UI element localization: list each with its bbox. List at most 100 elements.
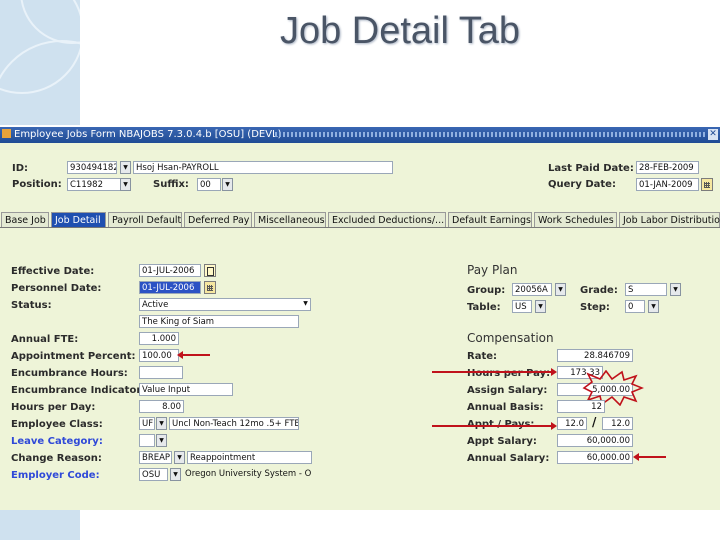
personnel-date-field[interactable]: 01-JUL-2006: [139, 281, 201, 294]
employer-code-description: Oregon University System - O: [185, 469, 312, 479]
suffix-lookup-button[interactable]: ▼: [222, 178, 233, 191]
step-label: Step:: [580, 302, 610, 313]
chevron-down-icon: ▼: [651, 303, 656, 310]
group-label: Group:: [467, 285, 506, 296]
annual-basis-field[interactable]: 12: [557, 400, 605, 413]
compensation-heading: Compensation: [467, 331, 554, 345]
hours-per-pay-label: Hours per Pay:: [467, 368, 551, 379]
tab-job-detail[interactable]: Job Detail: [51, 212, 106, 227]
leave-category-field[interactable]: [139, 434, 155, 447]
appt-field[interactable]: 12.0: [557, 417, 587, 430]
id-label: ID:: [12, 163, 29, 174]
chevron-down-icon: ▼: [159, 437, 164, 444]
change-reason-lookup-button[interactable]: ▼: [174, 451, 185, 464]
id-lookup-button[interactable]: ▼: [120, 161, 131, 174]
position-label: Position:: [12, 179, 62, 190]
tab-excluded-deductions[interactable]: Excluded Deductions/...: [328, 212, 446, 227]
status-description-field[interactable]: The King of Siam: [139, 315, 299, 328]
chevron-down-icon: ▼: [558, 286, 563, 293]
employer-code-lookup-button[interactable]: ▼: [170, 468, 181, 481]
encumbrance-indicator-label: Encumbrance Indicator:: [11, 385, 146, 396]
appt-salary-field[interactable]: 60,000.00: [557, 434, 633, 447]
tab-base-job[interactable]: Base Job: [1, 212, 49, 227]
app-icon: [2, 129, 11, 138]
annual-salary-field[interactable]: 60,000.00: [557, 451, 633, 464]
status-select[interactable]: Active: [139, 298, 311, 311]
last-paid-date-label: Last Paid Date:: [548, 163, 634, 174]
hours-per-day-field[interactable]: 8.00: [139, 400, 184, 413]
chevron-down-icon: ▼: [123, 164, 128, 171]
query-date-field[interactable]: 01-JAN-2009: [636, 178, 699, 191]
employee-class-description: Uncl Non-Teach 12mo .5+ FTE: [169, 417, 299, 430]
effective-date-label: Effective Date:: [11, 266, 95, 277]
leave-category-lookup-button[interactable]: ▼: [156, 434, 167, 447]
effective-date-field[interactable]: 01-JUL-2006: [139, 264, 201, 277]
chevron-down-icon: ▼: [159, 420, 164, 427]
annual-fte-field[interactable]: 1.000: [139, 332, 179, 345]
encumbrance-hours-label: Encumbrance Hours:: [11, 368, 128, 379]
personnel-date-label: Personnel Date:: [11, 283, 102, 294]
appt-pays-separator: /: [592, 415, 597, 429]
tab-job-labor-distribution[interactable]: Job Labor Distribution: [619, 212, 720, 227]
title-bar-texture: [275, 132, 706, 137]
grade-field[interactable]: S: [625, 283, 667, 296]
employee-class-code-field[interactable]: UF: [139, 417, 155, 430]
document-icon[interactable]: [204, 264, 216, 277]
leave-category-label: Leave Category:: [11, 436, 103, 447]
table-lookup-button[interactable]: ▼: [535, 300, 546, 313]
chevron-down-icon: ▼: [225, 181, 230, 188]
tab-deferred-pay[interactable]: Deferred Pay: [184, 212, 252, 227]
chevron-down-icon: ▼: [123, 181, 128, 188]
chevron-down-icon: ▼: [173, 471, 178, 478]
group-field[interactable]: 20056A: [512, 283, 552, 296]
employee-name-field[interactable]: Hsoj Hsan-PAYROLL: [133, 161, 393, 174]
last-paid-date-field[interactable]: 28-FEB-2009: [636, 161, 699, 174]
assign-salary-label: Assign Salary:: [467, 385, 548, 396]
pays-field[interactable]: 12.0: [602, 417, 633, 430]
change-reason-description: Reappointment: [187, 451, 312, 464]
group-lookup-button[interactable]: ▼: [555, 283, 566, 296]
suffix-field[interactable]: 00: [197, 178, 221, 191]
employee-class-label: Employee Class:: [11, 419, 103, 430]
tab-default-earnings[interactable]: Default Earnings: [448, 212, 532, 227]
change-reason-label: Change Reason:: [11, 453, 102, 464]
id-field[interactable]: 930494182: [67, 161, 117, 174]
chevron-down-icon: ▼: [673, 286, 678, 293]
encumbrance-hours-field[interactable]: [139, 366, 183, 379]
calendar-icon[interactable]: [701, 178, 713, 191]
appointment-percent-label: Appointment Percent:: [11, 351, 136, 362]
rate-field[interactable]: 28.846709: [557, 349, 633, 362]
annotation-arrow: [432, 368, 557, 376]
annual-basis-label: Annual Basis:: [467, 402, 544, 413]
employer-code-field[interactable]: OSU: [139, 468, 168, 481]
grade-lookup-button[interactable]: ▼: [670, 283, 681, 296]
position-lookup-button[interactable]: ▼: [120, 178, 131, 191]
table-field[interactable]: US: [512, 300, 532, 313]
tab-bar: Base Job Job Detail Payroll Default Defe…: [0, 210, 720, 228]
step-field[interactable]: 0: [625, 300, 645, 313]
slide-decoration-bottom: [0, 510, 80, 540]
grade-label: Grade:: [580, 285, 618, 296]
tab-work-schedules[interactable]: Work Schedules: [534, 212, 617, 227]
annotation-arrow: [177, 351, 210, 359]
tab-payroll-default[interactable]: Payroll Default: [108, 212, 182, 227]
annual-fte-label: Annual FTE:: [11, 334, 79, 345]
chevron-down-icon[interactable]: ▼: [300, 298, 311, 311]
slide-title: Job Detail Tab: [279, 10, 521, 52]
window-title-bar: Employee Jobs Form NBAJOBS 7.3.0.4.b [OS…: [0, 127, 720, 143]
appt-salary-label: Appt Salary:: [467, 436, 537, 447]
status-label: Status:: [11, 300, 52, 311]
appointment-percent-field[interactable]: 100.00: [139, 349, 179, 362]
annotation-arrow: [633, 453, 666, 461]
employee-jobs-form-window: Employee Jobs Form NBAJOBS 7.3.0.4.b [OS…: [0, 127, 720, 510]
close-icon[interactable]: ✕: [708, 129, 718, 140]
encumbrance-indicator-field[interactable]: Value Input: [139, 383, 233, 396]
employee-class-lookup-button[interactable]: ▼: [156, 417, 167, 430]
tab-miscellaneous[interactable]: Miscellaneous: [254, 212, 326, 227]
employer-code-label: Employer Code:: [11, 470, 100, 481]
change-reason-code-field[interactable]: BREAP: [139, 451, 172, 464]
calendar-icon[interactable]: [204, 281, 216, 294]
annotation-arrow: [432, 422, 557, 430]
table-label: Table:: [467, 302, 501, 313]
step-lookup-button[interactable]: ▼: [648, 300, 659, 313]
